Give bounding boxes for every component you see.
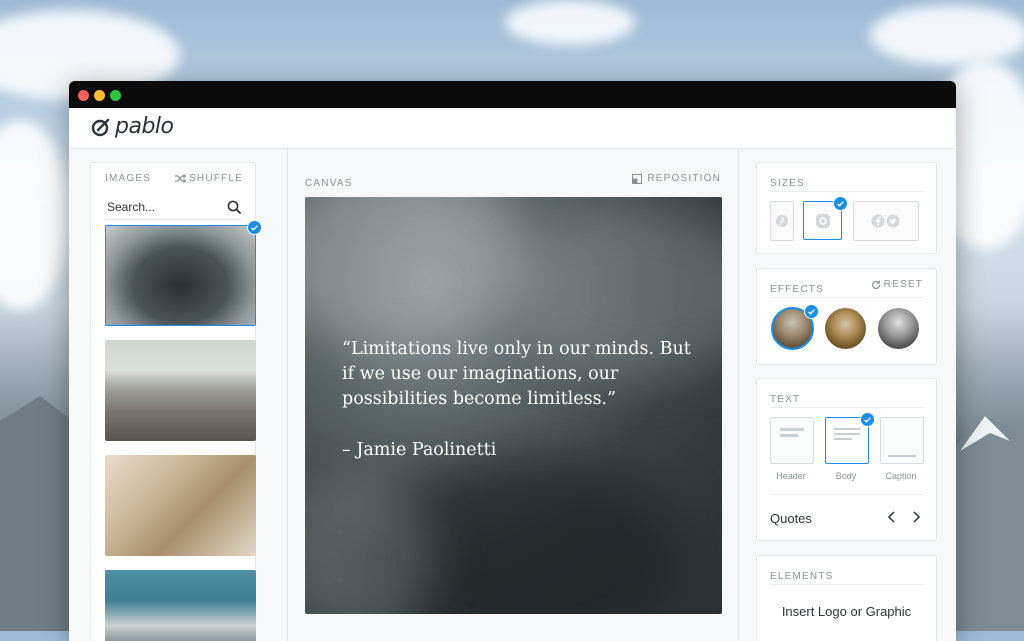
chevron-left-icon xyxy=(887,511,895,523)
left-divider xyxy=(287,148,288,641)
elements-header: ELEMENTS xyxy=(770,566,923,585)
chevron-right-icon xyxy=(913,511,921,523)
instagram-icon xyxy=(816,214,830,228)
dry-grass-thumbnail[interactable] xyxy=(105,455,256,556)
sizes-panel: SIZES xyxy=(756,162,937,254)
canvas-image[interactable]: “Limitations live only in our minds. But… xyxy=(305,197,722,614)
selected-check-icon xyxy=(247,220,262,235)
canvas-quote-text[interactable]: “Limitations live only in our minds. But… xyxy=(342,337,692,412)
next-font-button[interactable] xyxy=(912,510,921,528)
cloud-aerial-thumbnail[interactable] xyxy=(105,220,262,326)
text-header: TEXT xyxy=(770,389,923,408)
elements-title: ELEMENTS xyxy=(770,571,834,582)
images-title: IMAGES xyxy=(105,173,152,184)
text-style-body[interactable] xyxy=(825,412,875,464)
minimize-window-button[interactable] xyxy=(94,90,105,101)
text-style-header[interactable] xyxy=(770,417,814,464)
effect-option-original[interactable] xyxy=(771,304,819,350)
app-header: pablo xyxy=(71,108,954,149)
sizes-title: SIZES xyxy=(770,178,805,189)
previous-font-button[interactable] xyxy=(887,510,896,528)
text-panel-divider xyxy=(770,494,923,495)
pablo-logo[interactable]: pablo xyxy=(91,114,174,139)
canvas-author-text[interactable]: – Jamie Paolinetti xyxy=(342,440,496,460)
text-style-caption[interactable] xyxy=(880,417,924,464)
search-icon[interactable] xyxy=(227,200,241,214)
canvas-title: CANVAS xyxy=(305,178,353,189)
facebook-twitter-size-option[interactable] xyxy=(853,201,919,241)
pinterest-size-option[interactable] xyxy=(770,201,794,241)
text-style-header-label: Header xyxy=(776,471,806,481)
shuffle-label: SHUFFLE xyxy=(189,173,243,184)
selected-check-icon xyxy=(860,412,875,427)
app-name: pablo xyxy=(115,114,174,139)
pablo-logo-icon xyxy=(91,118,110,136)
reset-icon xyxy=(871,280,880,289)
reset-button[interactable]: RESET xyxy=(871,279,923,290)
canvas-header: CANVAS REPOSITION xyxy=(305,173,721,191)
selected-check-icon xyxy=(833,196,848,211)
close-window-button[interactable] xyxy=(78,90,89,101)
title-bar xyxy=(69,81,956,108)
search-input[interactable] xyxy=(107,200,217,214)
reposition-button[interactable]: REPOSITION xyxy=(632,173,721,184)
effects-title: EFFECTS xyxy=(770,284,824,295)
images-panel: IMAGES SHUFFLE xyxy=(90,162,262,641)
effect-option-grayscale[interactable] xyxy=(878,308,919,349)
facebook-twitter-icon xyxy=(871,214,900,228)
maximize-window-button[interactable] xyxy=(110,90,121,101)
font-name: Quotes xyxy=(770,511,812,526)
selected-check-icon xyxy=(804,304,819,319)
effects-panel: EFFECTS RESET xyxy=(756,268,937,365)
reposition-label: REPOSITION xyxy=(647,173,721,184)
right-divider xyxy=(738,148,739,641)
search-box xyxy=(105,195,241,220)
reposition-icon xyxy=(632,173,643,184)
effect-option-blur[interactable] xyxy=(825,308,866,349)
pinterest-icon xyxy=(776,215,788,227)
instagram-size-option[interactable] xyxy=(803,196,848,240)
sizes-header: SIZES xyxy=(770,173,923,192)
text-style-caption-label: Caption xyxy=(885,471,917,481)
reset-label: RESET xyxy=(883,279,923,290)
insert-logo-button[interactable]: Insert Logo or Graphic xyxy=(757,604,936,619)
shuffle-icon xyxy=(175,174,187,183)
shuffle-button[interactable]: SHUFFLE xyxy=(175,173,243,184)
app-window: pablo IMAGES SHUFFLE Search... CANVAS RE… xyxy=(69,81,956,641)
text-panel: TEXT Header Body Caption Quotes xyxy=(756,378,937,541)
text-title: TEXT xyxy=(770,394,801,405)
text-style-body-label: Body xyxy=(835,471,857,481)
effects-header: EFFECTS RESET xyxy=(770,279,923,298)
city-skyline-thumbnail[interactable] xyxy=(105,340,256,441)
elements-panel: ELEMENTS Insert Logo or Graphic xyxy=(756,555,937,641)
blue-wall-thumbnail[interactable] xyxy=(105,570,256,641)
